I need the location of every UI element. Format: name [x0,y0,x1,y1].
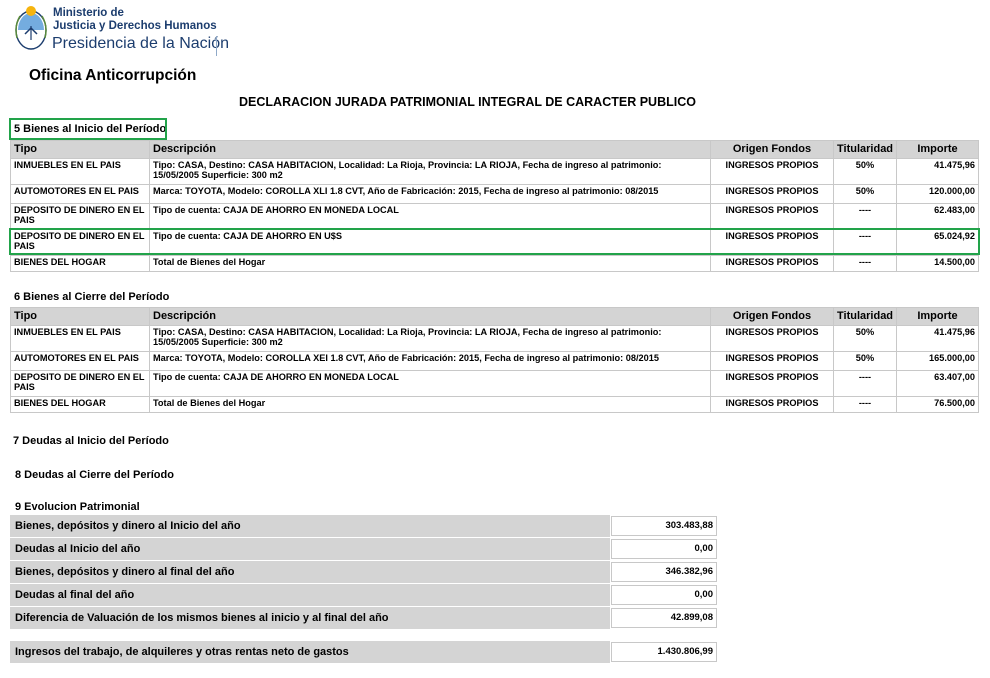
table-bienes-cierre: Tipo Descripción Origen Fondos Titularid… [10,307,979,413]
cell-titularidad: ---- [833,229,897,256]
evo-label-diferencia: Diferencia de Valuación de los mismos bi… [10,607,610,629]
cell-importe: 62.483,00 [896,203,979,230]
ministry-line-2: Justicia y Derechos Humanos [53,20,217,32]
table-row-highlighted: DEPOSITO DE DINERO EN EL PAIS Tipo de cu… [10,229,979,256]
evo-label-ingresos: Ingresos del trabajo, de alquileres y ot… [10,641,610,663]
cell-titularidad: ---- [833,203,897,230]
cell-origen: INGRESOS PROPIOS [710,203,834,230]
table-row: BIENES DEL HOGAR Total de Bienes del Hog… [10,396,979,413]
section-5-title: 5 Bienes al Inicio del Período [14,123,167,135]
office-name: Oficina Anticorrupción [29,67,197,84]
cell-origen: INGRESOS PROPIOS [710,229,834,256]
cell-importe: 41.475,96 [896,158,979,185]
presidency-name: Presidencia de la Nación [52,35,229,52]
cell-tipo: AUTOMOTORES EN EL PAIS [10,184,150,204]
cell-tipo: BIENES DEL HOGAR [10,396,150,413]
evo-label-deudas-final: Deudas al final del año [10,584,610,606]
cell-titularidad: 50% [833,325,897,352]
cell-origen: INGRESOS PROPIOS [710,184,834,204]
cell-importe: 14.500,00 [896,255,979,272]
evo-label-bienes-final: Bienes, depósitos y dinero al final del … [10,561,610,583]
evo-label-deudas-inicio: Deudas al Inicio del año [10,538,610,560]
cell-importe: 120.000,00 [896,184,979,204]
cell-tipo: DEPOSITO DE DINERO EN EL PAIS [10,203,150,230]
evo-label-bienes-inicio: Bienes, depósitos y dinero al Inicio del… [10,515,610,537]
col-origen: Origen Fondos [710,307,834,326]
evo-value-diferencia: 42.899,08 [611,608,717,628]
argentina-seal-logo [15,6,47,50]
cell-tipo: DEPOSITO DE DINERO EN EL PAIS [10,229,150,256]
cell-descripcion: Tipo de cuenta: CAJA DE AHORRO EN MONEDA… [149,370,711,397]
col-tipo: Tipo [10,140,150,159]
evo-value-bienes-inicio: 303.483,88 [611,516,717,536]
col-importe: Importe [896,307,979,326]
cell-importe: 165.000,00 [896,351,979,371]
col-descripcion: Descripción [149,307,711,326]
table-bienes-inicio: Tipo Descripción Origen Fondos Titularid… [10,140,979,272]
logo-divider [216,36,217,56]
cell-origen: INGRESOS PROPIOS [710,158,834,185]
cell-descripcion: Tipo: CASA, Destino: CASA HABITACION, Lo… [149,158,711,185]
table-row: DEPOSITO DE DINERO EN EL PAIS Tipo de cu… [10,370,979,397]
cell-titularidad: 50% [833,158,897,185]
document-title: DECLARACION JURADA PATRIMONIAL INTEGRAL … [239,95,696,109]
cell-importe: 76.500,00 [896,396,979,413]
col-descripcion: Descripción [149,140,711,159]
cell-titularidad: 50% [833,184,897,204]
cell-titularidad: ---- [833,370,897,397]
col-origen: Origen Fondos [710,140,834,159]
col-titularidad: Titularidad [833,140,897,159]
col-tipo: Tipo [10,307,150,326]
cell-origen: INGRESOS PROPIOS [710,370,834,397]
cell-descripcion: Tipo de cuenta: CAJA DE AHORRO EN MONEDA… [149,203,711,230]
cell-tipo: DEPOSITO DE DINERO EN EL PAIS [10,370,150,397]
section-6-title: 6 Bienes al Cierre del Período [14,291,170,303]
table-row: INMUEBLES EN EL PAIS Tipo: CASA, Destino… [10,325,979,352]
cell-tipo: INMUEBLES EN EL PAIS [10,158,150,185]
table-row: INMUEBLES EN EL PAIS Tipo: CASA, Destino… [10,158,979,185]
cell-tipo: INMUEBLES EN EL PAIS [10,325,150,352]
evo-value-deudas-final: 0,00 [611,585,717,605]
table-header-row: Tipo Descripción Origen Fondos Titularid… [10,307,979,326]
cell-importe: 65.024,92 [896,229,979,256]
cell-titularidad: ---- [833,255,897,272]
cell-origen: INGRESOS PROPIOS [710,325,834,352]
col-importe: Importe [896,140,979,159]
table-row: BIENES DEL HOGAR Total de Bienes del Hog… [10,255,979,272]
evo-value-bienes-final: 346.382,96 [611,562,717,582]
cell-titularidad: 50% [833,351,897,371]
cell-importe: 41.475,96 [896,325,979,352]
cell-tipo: AUTOMOTORES EN EL PAIS [10,351,150,371]
section-9-title: 9 Evolucion Patrimonial [15,501,140,513]
cell-descripcion: Marca: TOYOTA, Modelo: COROLLA XEI 1.8 C… [149,351,711,371]
cell-descripcion: Marca: TOYOTA, Modelo: COROLLA XLI 1.8 C… [149,184,711,204]
cell-descripcion: Tipo: CASA, Destino: CASA HABITACION, Lo… [149,325,711,352]
section-7-title: 7 Deudas al Inicio del Período [13,435,169,447]
col-titularidad: Titularidad [833,307,897,326]
cell-titularidad: ---- [833,396,897,413]
table-header-row: Tipo Descripción Origen Fondos Titularid… [10,140,979,159]
section-8-title: 8 Deudas al Cierre del Período [15,469,174,481]
table-row: AUTOMOTORES EN EL PAIS Marca: TOYOTA, Mo… [10,351,979,371]
cell-origen: INGRESOS PROPIOS [710,351,834,371]
cell-importe: 63.407,00 [896,370,979,397]
evo-value-deudas-inicio: 0,00 [611,539,717,559]
cell-tipo: BIENES DEL HOGAR [10,255,150,272]
table-row: DEPOSITO DE DINERO EN EL PAIS Tipo de cu… [10,203,979,230]
ministry-line-1: Ministerio de [53,7,124,19]
table-row: AUTOMOTORES EN EL PAIS Marca: TOYOTA, Mo… [10,184,979,204]
cell-descripcion: Tipo de cuenta: CAJA DE AHORRO EN U$S [149,229,711,256]
cell-descripcion: Total de Bienes del Hogar [149,396,711,413]
cell-descripcion: Total de Bienes del Hogar [149,255,711,272]
cell-origen: INGRESOS PROPIOS [710,255,834,272]
evo-value-ingresos: 1.430.806,99 [611,642,717,662]
cell-origen: INGRESOS PROPIOS [710,396,834,413]
